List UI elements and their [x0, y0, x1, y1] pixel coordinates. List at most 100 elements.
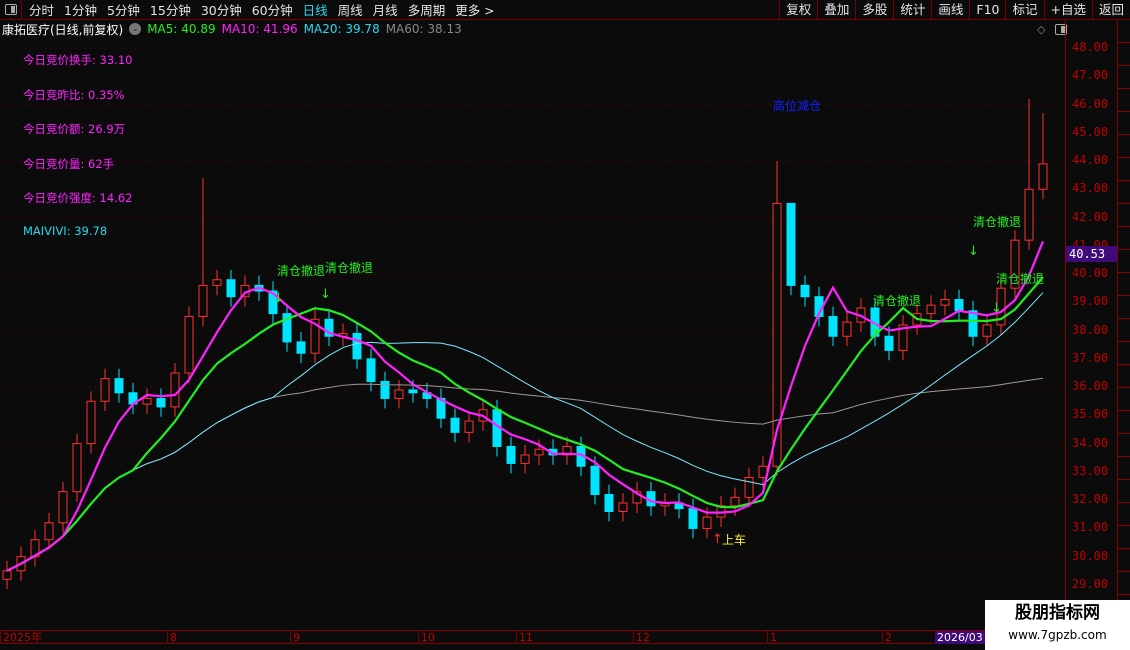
x-tick-label: 8 — [167, 631, 177, 644]
current-date-tag: 2026/03 — [935, 631, 985, 644]
info-bar: 康拓医疗(日线,前复权) ⌄ MA5: 40.89 MA10: 41.96 MA… — [0, 21, 468, 37]
candle-body — [44, 522, 54, 541]
ma10-line — [6, 276, 1044, 572]
tool-button[interactable]: 复权 — [779, 0, 817, 20]
candle-body — [408, 389, 418, 394]
y-tick-label: 48.00 — [1072, 40, 1109, 54]
y-tick-label: 42.00 — [1072, 209, 1109, 224]
candle-body — [1038, 163, 1048, 190]
period-tab[interactable]: 周线 — [333, 0, 368, 19]
candle-body — [828, 315, 838, 337]
right-info-strip[interactable] — [1117, 20, 1130, 630]
ma5-label: MA5: 40.89 — [147, 22, 216, 36]
down-arrow-icon: ↓ — [273, 291, 284, 306]
period-tab[interactable]: 5分钟 — [102, 0, 145, 19]
candle-body — [100, 378, 110, 402]
period-tab[interactable]: 30分钟 — [196, 0, 247, 19]
candle-body — [394, 389, 404, 399]
candle-body — [702, 516, 712, 529]
tool-button[interactable]: 返回 — [1091, 0, 1130, 20]
candle-body — [114, 378, 124, 394]
y-tick-label: 30.00 — [1072, 548, 1109, 563]
x-tick-label: 2 — [882, 631, 892, 644]
candle-body — [926, 304, 936, 315]
y-tick-label: 40.00 — [1072, 266, 1109, 281]
candle-body — [2, 570, 12, 580]
tool-button[interactable]: 画线 — [931, 0, 969, 20]
toggle-panel-button[interactable] — [0, 0, 22, 20]
y-tick-label: 38.00 — [1072, 322, 1109, 337]
candle-body — [380, 380, 390, 399]
y-tick-label: 45.00 — [1072, 124, 1109, 139]
signal-sell-label: 清仓撤退 — [325, 261, 374, 275]
down-arrow-icon: ↓ — [870, 322, 881, 337]
tool-button[interactable]: 多股 — [855, 0, 893, 20]
candle-body — [170, 372, 180, 408]
candle-body — [450, 417, 460, 433]
period-tab[interactable]: 15分钟 — [145, 0, 196, 19]
candle-body — [940, 299, 950, 306]
x-tick-label: 12 — [633, 631, 650, 644]
x-tick-label: 11 — [516, 631, 533, 644]
candle-body — [1024, 188, 1034, 241]
tool-button[interactable]: +自选 — [1043, 0, 1092, 20]
x-tick-label: 2025年 — [0, 631, 42, 644]
price-axis: 48.00 47.00 46.00 45.00 44.00 43.00 42.00 41.00… — [1065, 20, 1117, 630]
candle-body — [226, 279, 236, 298]
candle-body — [366, 358, 376, 382]
signal-buy-label: 上车 — [722, 533, 747, 547]
tool-button[interactable]: 统计 — [893, 0, 931, 20]
candle-body — [688, 508, 698, 529]
candlestick-chart[interactable]: ↓ ↓↓↓↓↑ — [0, 37, 1065, 630]
y-tick-label: 44.00 — [1072, 153, 1109, 168]
indicator-maivivi: MAIVIVI: 39.78 — [23, 224, 108, 238]
candle-body — [184, 315, 194, 374]
date-axis: 2026/03 2025年 8 9 10 11 12 1 2 — [0, 630, 1065, 644]
indicator-auction-turnover: 今日竞价换手: 33.10 — [23, 53, 133, 67]
candle-body — [884, 335, 894, 351]
ma20-label: MA20: 39.78 — [303, 22, 380, 36]
candle-body — [534, 448, 544, 456]
signal-sell-label: 清仓撤退 — [873, 294, 922, 308]
y-tick-label: 33.00 — [1072, 463, 1109, 478]
watermark: 股朋指标网 www.7gpzb.com — [985, 600, 1130, 650]
period-tab[interactable]: 分时 — [24, 0, 59, 19]
candle-body — [86, 400, 96, 445]
signal-sell-label: 清仓撤退 — [973, 215, 1022, 229]
candle-body — [786, 202, 796, 286]
period-tab[interactable]: 多周期 — [403, 0, 451, 19]
y-tick-label: 32.00 — [1072, 492, 1109, 507]
period-tab[interactable]: 日线 — [298, 0, 333, 19]
candle-body — [730, 496, 740, 507]
chevron-down-icon[interactable]: ⌄ — [129, 23, 142, 35]
y-tick-label: 29.00 — [1072, 576, 1109, 591]
candle-body — [142, 397, 152, 405]
candle-body — [954, 299, 964, 312]
diamond-icon[interactable]: ◇ — [1037, 23, 1045, 36]
candle-body — [296, 341, 306, 354]
down-arrow-icon: ↓ — [991, 301, 1002, 316]
tool-button[interactable]: F10 — [969, 0, 1005, 20]
candle-body — [506, 445, 516, 464]
candle-body — [352, 332, 362, 360]
candle-body — [842, 321, 852, 337]
period-tab[interactable]: 60分钟 — [247, 0, 298, 19]
candle-body — [520, 454, 530, 464]
indicator-auction-strength: 今日竞价强度: 14.62 — [23, 191, 133, 205]
tool-button[interactable]: 标记 — [1005, 0, 1043, 20]
candle-body — [198, 284, 208, 317]
x-tick-label: 1 — [767, 631, 777, 644]
candle-body — [982, 324, 992, 337]
period-tab[interactable]: 月线 — [368, 0, 403, 19]
period-tab[interactable]: 1分钟 — [59, 0, 102, 19]
tool-button[interactable]: 叠加 — [817, 0, 855, 20]
period-tab[interactable]: 更多 > — [450, 0, 499, 19]
candle-body — [156, 397, 166, 408]
candle-body — [604, 494, 614, 512]
stock-title: 康拓医疗(日线,前复权) — [2, 22, 124, 37]
y-tick-label: 37.00 — [1072, 350, 1109, 365]
candle-body — [618, 502, 628, 512]
indicator-auction-ratio: 今日竞昨比: 0.35% — [23, 88, 125, 102]
candle-body — [800, 284, 810, 298]
signal-sell-label: 清仓撤退 — [996, 272, 1045, 286]
